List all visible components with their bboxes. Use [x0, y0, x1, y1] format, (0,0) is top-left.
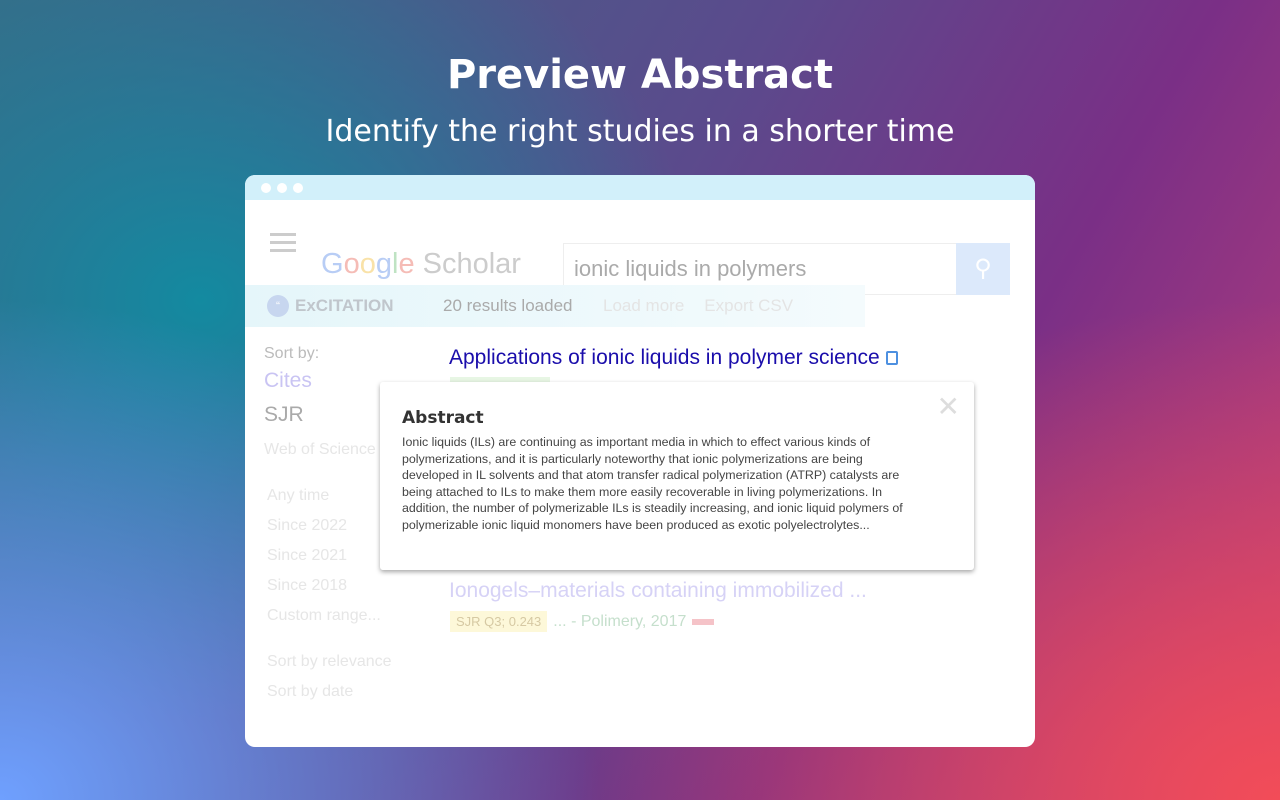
filter-any-time[interactable]: Any time [267, 487, 329, 505]
scholar-header: Google Scholar ionic liquids in polymers… [245, 200, 1035, 295]
window-dot[interactable] [277, 182, 287, 193]
filter-custom-range[interactable]: Custom range... [267, 607, 381, 625]
search-icon: ⚲ [974, 255, 992, 282]
excitation-name: ExCITATION [295, 296, 394, 315]
hamburger-menu-icon[interactable] [270, 233, 296, 257]
excitation-logo-icon: “ [267, 295, 289, 317]
search-button[interactable]: ⚲ [956, 243, 1010, 295]
sort-by-relevance[interactable]: Sort by relevance [267, 653, 392, 671]
hero-title: Preview Abstract [446, 52, 834, 98]
filter-since-2018[interactable]: Since 2018 [267, 577, 347, 595]
load-more-link[interactable]: Load more [603, 296, 684, 316]
sjr-badge: SJR Q3; 0.243 [450, 611, 548, 632]
export-csv-link[interactable]: Export CSV [704, 296, 793, 316]
browser-window: Google Scholar ionic liquids in polymers… [245, 175, 1035, 747]
result-source: ... - Polimery, 2017 [553, 612, 687, 630]
hero-subtitle: Identify the right studies in a shorter … [325, 114, 955, 149]
filter-since-2022[interactable]: Since 2022 [267, 517, 347, 535]
window-titlebar [245, 175, 1035, 200]
abstract-text: Ionic liquids (ILs) are continuing as im… [402, 435, 903, 532]
window-dot[interactable] [261, 182, 271, 193]
sort-by-date[interactable]: Sort by date [267, 683, 353, 701]
sort-wos[interactable]: Web of Science [264, 441, 376, 459]
abstract-heading: Abstract [402, 408, 484, 428]
result-meta: SJR Q3; 0.243 ... - Polimery, 2017 [450, 611, 715, 632]
result-title-link[interactable]: Applications of ionic liquids in polymer… [449, 346, 898, 370]
result-title-link[interactable]: Ionogels–materials containing immobilize… [449, 579, 867, 603]
window-dot[interactable] [293, 182, 303, 193]
sort-by-label: Sort by: [264, 345, 320, 362]
abstract-popup: ✕ Abstract Ionic liquids (ILs) are conti… [380, 382, 974, 570]
abstract-document-icon[interactable] [885, 351, 898, 365]
flag-icon [692, 618, 715, 625]
result-title[interactable]: Applications of ionic liquids in polymer… [449, 346, 880, 369]
close-icon[interactable]: ✕ [937, 390, 960, 423]
sort-sjr[interactable]: SJR [264, 403, 304, 427]
sort-cites[interactable]: Cites [264, 369, 312, 393]
excitation-toolbar: “ ExCITATION 20 results loaded Load more… [245, 285, 865, 327]
google-scholar-logo[interactable]: Google Scholar [321, 248, 521, 281]
results-loaded: 20 results loaded [443, 296, 573, 315]
filter-since-2021[interactable]: Since 2021 [267, 547, 347, 565]
